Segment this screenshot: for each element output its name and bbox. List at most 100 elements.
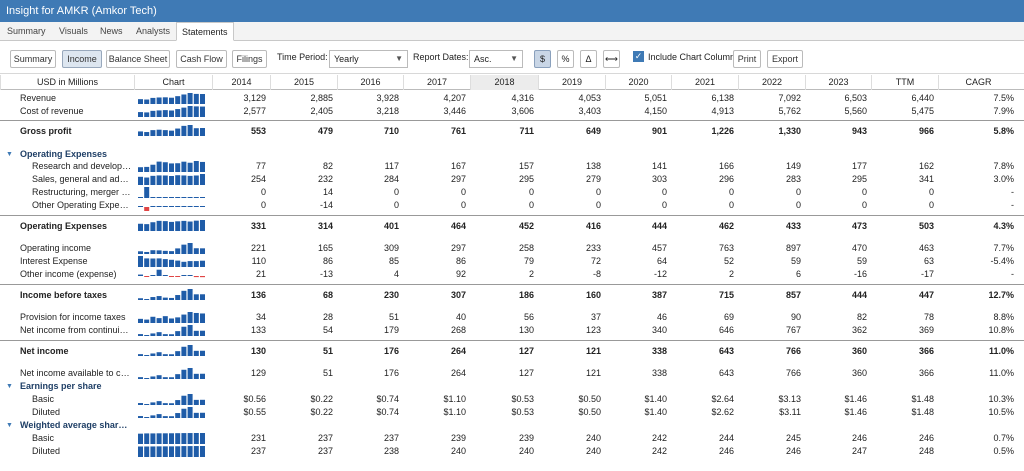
- table-row[interactable]: Cost of revenue 2,577 2,405 3,218 3,446 3,606…: [0, 105, 1024, 118]
- table-row[interactable]: Operating Expenses 331 314 401 464 452 416 444 4…: [0, 215, 1024, 235]
- value-cell-2014: 254: [250, 174, 266, 184]
- spark-bar: [181, 314, 187, 323]
- column-header-ttm[interactable]: TTM: [871, 75, 938, 90]
- income-button[interactable]: Income: [62, 50, 102, 68]
- toolbar: Summary Income Balance Sheet Cash Flow F…: [0, 42, 1024, 74]
- cash-flow-button[interactable]: Cash Flow: [176, 50, 227, 68]
- time-period-select[interactable]: Yearly ▼: [329, 50, 408, 68]
- value-cell-2021: 244: [718, 433, 734, 443]
- value-cell-2018: 295: [518, 174, 534, 184]
- column-header-2021[interactable]: 2021: [671, 75, 738, 90]
- column-header-cagr[interactable]: CAGR: [938, 75, 1018, 90]
- value-cell-2020: 338: [651, 368, 667, 378]
- spark-bar: [144, 299, 150, 300]
- spark-bar: [193, 399, 199, 405]
- value-cell-2017: $1.10: [443, 407, 466, 417]
- column-header-2020[interactable]: 2020: [605, 75, 671, 90]
- spark-bar: [181, 290, 187, 300]
- spark-bar: [162, 250, 168, 254]
- value-cell-2014: 2,577: [243, 106, 266, 116]
- table-row[interactable]: Diluted 237 237 238 240 240 240 242 246 246 247 248…: [0, 445, 1024, 458]
- collapse-triangle-icon[interactable]: ▼: [6, 380, 13, 393]
- value-cell-2018: 452: [518, 221, 534, 231]
- table-row[interactable]: Diluted $0.55 $0.22 $0.74 $1.10 $0.53 $0.50 $1.…: [0, 406, 1024, 419]
- filings-button[interactable]: Filings: [232, 50, 267, 68]
- dollar-button[interactable]: $: [534, 50, 551, 68]
- column-header-2017[interactable]: 2017: [403, 75, 470, 90]
- sparkline-chart: [138, 93, 205, 104]
- table-row[interactable]: Net income 130 51 176 264 127 121 338 643 766 360 3…: [0, 340, 1024, 360]
- table-row[interactable]: Gross profit 553 479 710 761 711 649 901 1,226 1,…: [0, 120, 1024, 140]
- value-cell-2018: 4,316: [511, 93, 534, 103]
- tab-analysts[interactable]: Analysts: [131, 22, 175, 41]
- tab-visuals[interactable]: Visuals: [54, 22, 93, 41]
- table-row[interactable]: Net income available to com... 129 51 176 26…: [0, 367, 1024, 380]
- value-cell-2016: 3,928: [376, 93, 399, 103]
- value-cell-2014: 3,129: [243, 93, 266, 103]
- sparkline-chart: [138, 325, 205, 336]
- value-cell-ttm: 248: [918, 446, 934, 456]
- value-cell-ttm: 63: [923, 256, 934, 266]
- table-row[interactable]: Basic 231 237 237 239 239 240 242 244 245 246 246 0.…: [0, 432, 1024, 445]
- column-header-2018[interactable]: 2018: [470, 75, 538, 90]
- include-chart-checkbox[interactable]: ✓: [633, 51, 644, 62]
- delta-button[interactable]: Δ: [580, 50, 597, 68]
- spark-bar: [144, 132, 150, 136]
- spark-bar: [193, 350, 199, 356]
- table-row[interactable]: Revenue 3,129 2,885 3,928 4,207 4,316 4,053 5,0…: [0, 92, 1024, 105]
- collapse-triangle-icon[interactable]: ▼: [6, 419, 13, 432]
- table-row[interactable]: Operating income 221 165 309 297 258 233 457 763…: [0, 242, 1024, 255]
- section-row[interactable]: ▼ Earnings per share: [0, 380, 1024, 393]
- tab-statements[interactable]: Statements: [176, 22, 234, 41]
- column-header-2019[interactable]: 2019: [538, 75, 605, 90]
- spark-bar: [144, 207, 150, 211]
- column-header-2023[interactable]: 2023: [805, 75, 871, 90]
- tab-news[interactable]: News: [95, 22, 128, 41]
- table-row[interactable]: Basic $0.56 $0.22 $0.74 $1.10 $0.53 $0.50 $1.40…: [0, 393, 1024, 406]
- sparkline-chart: [138, 394, 205, 405]
- table-row[interactable]: Other Operating Expenses 0 -14 0 0 0 0 0 0 0 0 0 -: [0, 199, 1024, 212]
- value-cell-2014: 21: [255, 269, 266, 279]
- print-button[interactable]: Print: [733, 50, 761, 68]
- table-row[interactable]: Income before taxes 136 68 230 307 186 160 387 7…: [0, 284, 1024, 304]
- value-cell-2019: 0: [595, 200, 601, 210]
- table-row[interactable]: Research and development 77 82 117 167 157 138…: [0, 160, 1024, 173]
- spark-bar: [200, 161, 205, 172]
- table-row[interactable]: Other income (expense) 21 -13 4 92 2 -8 -12 2 6 -1…: [0, 268, 1024, 281]
- spark-bar: [175, 276, 181, 277]
- table-row[interactable]: Restructuring, merger an... 0 14 0 0 0 0 0 0 0 0 0 -: [0, 186, 1024, 199]
- chart-column-header[interactable]: Chart: [134, 75, 212, 90]
- column-header-2022[interactable]: 2022: [738, 75, 805, 90]
- spark-bar: [138, 197, 143, 198]
- units-header[interactable]: USD in Millions: [0, 75, 134, 90]
- value-cell-2016: 401: [383, 221, 399, 231]
- spark-bar: [187, 221, 193, 231]
- value-cell-2022: 59: [790, 256, 801, 266]
- value-cell-2019: 123: [585, 325, 601, 335]
- spark-bar: [169, 446, 174, 457]
- value-cell-2021: 6,138: [711, 93, 734, 103]
- spark-bar: [156, 129, 162, 136]
- table-row[interactable]: Sales, general and admi... 254 232 284 297 29…: [0, 173, 1024, 186]
- summary-button[interactable]: Summary: [10, 50, 56, 68]
- report-dates-select[interactable]: Asc. ▼: [469, 50, 523, 68]
- value-cell-2023: 177: [851, 161, 867, 171]
- column-header-2014[interactable]: 2014: [212, 75, 270, 90]
- swap-arrows-button[interactable]: ⟷: [603, 50, 620, 68]
- table-row[interactable]: Interest Expense 110 86 85 86 79 72 64 52 59 59 63 -…: [0, 255, 1024, 268]
- balance-sheet-button[interactable]: Balance Sheet: [106, 50, 170, 68]
- section-row[interactable]: ▼ Weighted average shares ...: [0, 419, 1024, 432]
- value-cell-ttm: 369: [918, 325, 934, 335]
- value-cell-2023: 247: [851, 446, 867, 456]
- value-cell-2018: 3,606: [511, 106, 534, 116]
- export-button[interactable]: Export: [767, 50, 803, 68]
- column-header-2016[interactable]: 2016: [337, 75, 403, 90]
- value-cell-2022: 766: [785, 368, 801, 378]
- table-row[interactable]: Provision for income taxes 34 28 51 40 56 37 46…: [0, 311, 1024, 324]
- table-row[interactable]: Net income from continuing ... 133 54 179 26…: [0, 324, 1024, 337]
- spark-bar: [150, 353, 156, 356]
- tab-summary[interactable]: Summary: [2, 22, 51, 41]
- percent-button[interactable]: %: [557, 50, 574, 68]
- column-header-2015[interactable]: 2015: [270, 75, 337, 90]
- spark-bar: [144, 378, 150, 379]
